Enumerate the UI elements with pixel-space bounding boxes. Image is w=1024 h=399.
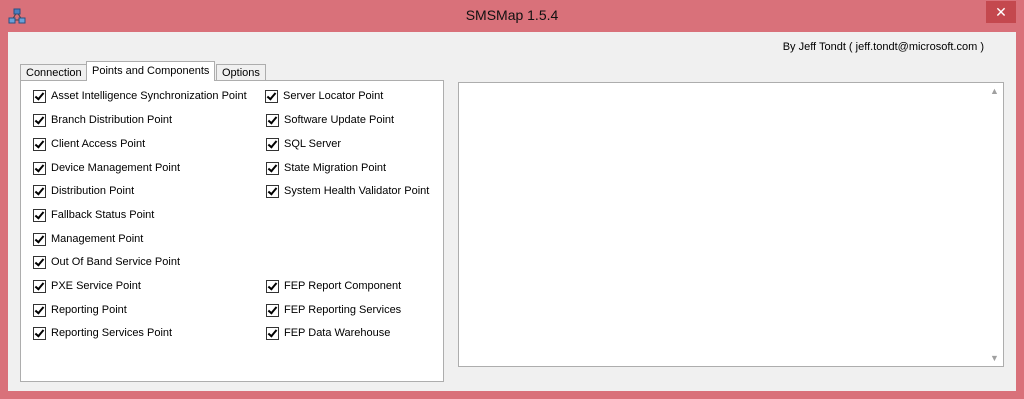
checkbox-system-health-validator-point[interactable]: System Health Validator Point bbox=[266, 183, 429, 199]
checkbox-checked-icon bbox=[33, 137, 46, 151]
checkbox-distribution-point[interactable]: Distribution Point bbox=[33, 183, 134, 199]
chevron-down-icon[interactable]: ▼ bbox=[986, 350, 1003, 366]
checkbox-label: PXE Service Point bbox=[51, 280, 141, 292]
checkbox-device-management-point[interactable]: Device Management Point bbox=[33, 160, 180, 176]
checkbox-management-point[interactable]: Management Point bbox=[33, 231, 143, 247]
checkbox-reporting-point[interactable]: Reporting Point bbox=[33, 302, 127, 318]
checkbox-label: Server Locator Point bbox=[283, 90, 384, 102]
checkbox-checked-icon bbox=[33, 326, 46, 340]
checkbox-checked-icon bbox=[33, 303, 46, 317]
checkbox-label: Distribution Point bbox=[51, 185, 135, 197]
checkbox-label: Fallback Status Point bbox=[51, 209, 155, 221]
checkbox-checked-icon bbox=[266, 279, 279, 293]
checkbox-fallback-status-point[interactable]: Fallback Status Point bbox=[33, 207, 154, 223]
checkbox-fep-data-warehouse[interactable]: FEP Data Warehouse bbox=[266, 325, 390, 341]
app-window: SMSMap 1.5.4 ✕ By Jeff Tondt ( jeff.tond… bbox=[0, 0, 1024, 399]
title-bar[interactable]: SMSMap 1.5.4 ✕ bbox=[0, 0, 1024, 32]
checkbox-checked-icon bbox=[265, 89, 278, 103]
checkbox-checked-icon bbox=[33, 255, 46, 269]
checkbox-label: SQL Server bbox=[284, 138, 342, 150]
checkbox-label: Client Access Point bbox=[51, 138, 146, 150]
checkbox-checked-icon bbox=[266, 326, 279, 340]
checkbox-label: Asset Intelligence Synchronization Point bbox=[51, 90, 247, 102]
checkbox-label: System Health Validator Point bbox=[284, 185, 430, 197]
checkbox-out-of-band-service-point[interactable]: Out Of Band Service Point bbox=[33, 254, 180, 270]
close-icon: ✕ bbox=[995, 4, 1007, 20]
checkbox-label: State Migration Point bbox=[284, 162, 387, 174]
checkbox-label: FEP Reporting Services bbox=[284, 304, 402, 316]
checkbox-label: Reporting Point bbox=[51, 304, 127, 316]
checkbox-checked-icon bbox=[266, 113, 279, 127]
checkbox-checked-icon bbox=[33, 161, 46, 175]
checkbox-label: FEP Data Warehouse bbox=[284, 327, 391, 339]
checkbox-label: Device Management Point bbox=[51, 162, 181, 174]
checkbox-software-update-point[interactable]: Software Update Point bbox=[266, 112, 394, 128]
close-button[interactable]: ✕ bbox=[986, 1, 1016, 23]
checkbox-label: Management Point bbox=[51, 233, 144, 245]
checkbox-label: FEP Report Component bbox=[284, 280, 402, 292]
checkbox-server-locator-point[interactable]: Server Locator Point bbox=[265, 88, 383, 104]
tab-points-and-components[interactable]: Points and Components bbox=[86, 61, 216, 81]
checkbox-sql-server[interactable]: SQL Server bbox=[266, 136, 341, 152]
checkbox-label: Reporting Services Point bbox=[51, 327, 173, 339]
output-textbox[interactable]: ▲ ▼ bbox=[458, 82, 1004, 367]
checkbox-checked-icon bbox=[33, 208, 46, 222]
checkbox-fep-report-component[interactable]: FEP Report Component bbox=[266, 278, 401, 294]
checkbox-fep-reporting-services[interactable]: FEP Reporting Services bbox=[266, 302, 401, 318]
checkbox-label: Out Of Band Service Point bbox=[51, 256, 181, 268]
window-title: SMSMap 1.5.4 bbox=[465, 7, 559, 23]
chevron-up-icon[interactable]: ▲ bbox=[986, 83, 1003, 99]
checkbox-checked-icon bbox=[33, 113, 46, 127]
checkbox-checked-icon bbox=[266, 184, 279, 198]
checkbox-checked-icon bbox=[266, 137, 279, 151]
checkbox-label: Software Update Point bbox=[284, 114, 395, 126]
tab-options[interactable]: Options bbox=[216, 64, 266, 81]
checkbox-checked-icon bbox=[33, 279, 46, 293]
client-area: By Jeff Tondt ( jeff.tondt@microsoft.com… bbox=[8, 32, 1016, 391]
checkbox-checked-icon bbox=[33, 232, 46, 246]
checkbox-asset-intelligence-sync-point[interactable]: Asset Intelligence Synchronization Point bbox=[33, 88, 247, 104]
checkbox-state-migration-point[interactable]: State Migration Point bbox=[266, 160, 386, 176]
points-components-panel: Asset Intelligence Synchronization Point… bbox=[20, 80, 444, 382]
checkbox-checked-icon bbox=[33, 184, 46, 198]
checkbox-checked-icon bbox=[266, 161, 279, 175]
checkbox-client-access-point[interactable]: Client Access Point bbox=[33, 136, 145, 152]
checkbox-checked-icon bbox=[266, 303, 279, 317]
checkbox-reporting-services-point[interactable]: Reporting Services Point bbox=[33, 325, 172, 341]
checkbox-branch-distribution-point[interactable]: Branch Distribution Point bbox=[33, 112, 172, 128]
checkbox-label: Branch Distribution Point bbox=[51, 114, 173, 126]
author-label: By Jeff Tondt ( jeff.tondt@microsoft.com… bbox=[782, 41, 984, 53]
tab-connection[interactable]: Connection bbox=[20, 64, 88, 81]
checkbox-pxe-service-point[interactable]: PXE Service Point bbox=[33, 278, 141, 294]
vertical-scrollbar[interactable]: ▲ ▼ bbox=[986, 83, 1003, 366]
checkbox-checked-icon bbox=[33, 89, 46, 103]
